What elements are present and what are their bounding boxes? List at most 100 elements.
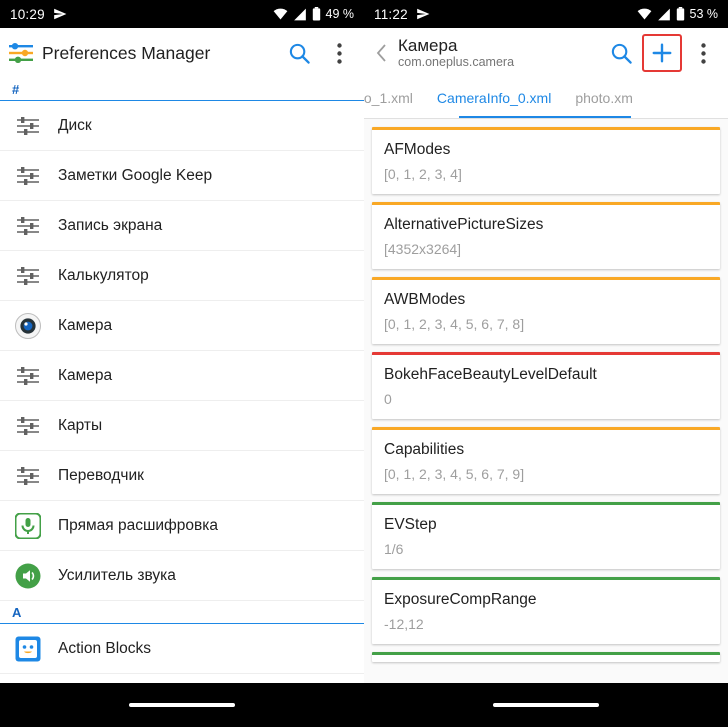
hamburger-icon[interactable] (8, 40, 34, 66)
chevron-left-icon[interactable] (372, 43, 392, 63)
tab-photo-xml[interactable]: photo.xm (563, 78, 645, 118)
preference-value: 1/6 (384, 541, 404, 557)
tab-camerainfo-0-xml[interactable]: CameraInfo_0.xml (425, 78, 563, 118)
list-item-label: Переводчик (58, 466, 144, 484)
battery-icon (676, 7, 685, 21)
wifi-icon (637, 8, 652, 21)
list-item-label: Запись экрана (58, 216, 163, 234)
preference-card[interactable]: Capabilities [0, 1, 2, 3, 4, 5, 6, 7, 9] (372, 427, 720, 494)
preference-card-partial[interactable] (372, 652, 720, 662)
more-vert-icon[interactable] (684, 34, 722, 72)
status-right: 53 % (637, 7, 719, 21)
status-clock: 11:22 (374, 6, 408, 22)
live-transcribe-icon (14, 512, 42, 540)
send-icon (416, 7, 430, 21)
list-item-label: Камера (58, 366, 113, 384)
left-phone-screen: 10:29 49 % Preferences Manager # Диск За… (0, 0, 364, 727)
battery-percent: 53 % (689, 7, 719, 21)
list-item[interactable]: Камера (0, 301, 364, 351)
list-item[interactable]: Заметки Google Keep (0, 151, 364, 201)
status-clock: 10:29 (10, 6, 45, 22)
list-item-label: Калькулятор (58, 266, 149, 284)
right-phone-screen: 11:22 53 % Камера com.oneplus.camera fo_… (364, 0, 728, 727)
list-item[interactable]: Прямая расшифровка (0, 501, 364, 551)
list-item[interactable]: Усилитель звука (0, 551, 364, 601)
status-left: 11:22 (374, 7, 430, 22)
preference-key: Capabilities (384, 441, 465, 458)
preference-value: 0 (384, 391, 392, 407)
list-item-label: Action Blocks (58, 639, 152, 657)
action-blocks-icon (14, 635, 42, 663)
sliders-icon (14, 262, 42, 290)
preference-key: EVStep (384, 516, 437, 533)
preference-card[interactable]: AFModes [0, 1, 2, 3, 4] (372, 127, 720, 194)
camera-app-icon (14, 312, 42, 340)
preference-value: -12,12 (384, 616, 424, 632)
search-icon[interactable] (280, 34, 318, 72)
page-title: Камера (398, 36, 458, 55)
list-item-label: Прямая расшифровка (58, 516, 219, 534)
list-item[interactable]: Переводчик (0, 451, 364, 501)
sound-amplifier-icon (14, 562, 42, 590)
sliders-icon (14, 362, 42, 390)
list-item[interactable]: Запись экрана (0, 201, 364, 251)
preference-value: [0, 1, 2, 3, 4, 5, 6, 7, 9] (384, 466, 525, 482)
preference-card[interactable]: AlternativePictureSizes [4352x3264] (372, 202, 720, 269)
sliders-icon (14, 462, 42, 490)
right-app-bar: Камера com.oneplus.camera (364, 28, 728, 78)
preference-card[interactable]: AWBModes [0, 1, 2, 3, 4, 5, 6, 7, 8] (372, 277, 720, 344)
more-vert-icon[interactable] (320, 34, 358, 72)
right-nav-bar (364, 683, 728, 727)
page-title: Preferences Manager (42, 42, 211, 63)
list-item[interactable]: Диск (0, 101, 364, 151)
home-gesture-pill[interactable] (493, 703, 599, 707)
preference-value: [0, 1, 2, 3, 4, 5, 6, 7, 8] (384, 316, 525, 332)
status-left: 10:29 (10, 7, 67, 22)
tab-fo-1-xml[interactable]: fo_1.xml (364, 78, 425, 118)
left-nav-bar (0, 683, 364, 727)
left-status-bar: 10:29 49 % (0, 0, 364, 28)
wifi-icon (273, 8, 288, 21)
list-item[interactable]: Action Blocks (0, 624, 364, 674)
sliders-icon (14, 412, 42, 440)
preference-card[interactable]: BokehFaceBeautyLevelDefault 0 (372, 352, 720, 419)
dual-screenshot: 10:29 49 % Preferences Manager # Диск За… (0, 0, 728, 727)
file-tabs: fo_1.xml CameraInfo_0.xml photo.xm (364, 78, 728, 118)
active-tab-underline (459, 115, 631, 118)
list-item[interactable]: Калькулятор (0, 251, 364, 301)
preference-card[interactable]: EVStep 1/6 (372, 502, 720, 569)
list-item-label: Диск (58, 116, 92, 134)
list-item[interactable]: Камера (0, 351, 364, 401)
battery-icon (312, 7, 321, 21)
list-item-label: Карты (58, 416, 103, 434)
list-item-label: Заметки Google Keep (58, 166, 213, 184)
preference-key: BokehFaceBeautyLevelDefault (384, 366, 597, 383)
home-gesture-pill[interactable] (129, 703, 235, 707)
preferences-app-list: Диск Заметки Google Keep Запись экрана К… (0, 101, 364, 683)
preference-key: ExposureCompRange (384, 591, 537, 608)
signal-icon (293, 8, 307, 21)
sliders-icon (14, 112, 42, 140)
preference-key: AWBModes (384, 291, 466, 308)
preference-key: AFModes (384, 141, 451, 158)
search-icon[interactable] (602, 34, 640, 72)
right-status-bar: 11:22 53 % (364, 0, 728, 28)
app-title-block: Камера com.oneplus.camera (398, 36, 602, 70)
preference-card[interactable]: ExposureCompRange -12,12 (372, 577, 720, 644)
preference-value: [4352x3264] (384, 241, 462, 257)
list-item-label: Усилитель звука (58, 566, 176, 584)
package-name: com.oneplus.camera (398, 55, 515, 69)
list-item[interactable]: Authenticator (0, 674, 364, 683)
preference-cards-list: AFModes [0, 1, 2, 3, 4] AlternativePictu… (364, 119, 728, 683)
right-appbar-actions (602, 34, 722, 72)
left-app-bar: Preferences Manager (0, 28, 364, 78)
left-appbar-actions (280, 34, 358, 72)
sliders-icon (14, 212, 42, 240)
send-icon (53, 7, 67, 21)
status-right: 49 % (273, 7, 355, 21)
plus-icon[interactable] (642, 34, 682, 72)
list-item-label: Камера (58, 316, 113, 334)
battery-percent: 49 % (325, 7, 355, 21)
list-item[interactable]: Карты (0, 401, 364, 451)
preference-key: AlternativePictureSizes (384, 216, 544, 233)
